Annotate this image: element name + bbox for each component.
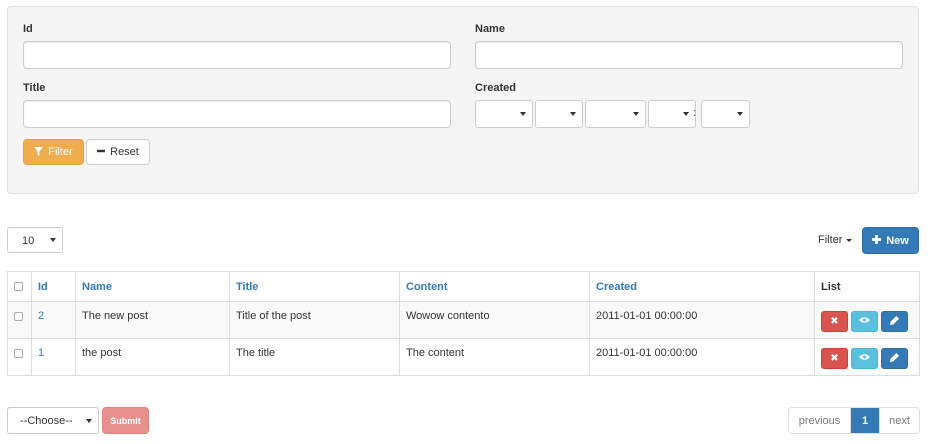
row-select-cell: [7, 301, 32, 339]
created-year-select[interactable]: [475, 100, 533, 128]
caret-down-icon: [633, 112, 639, 116]
edit-button[interactable]: [881, 348, 908, 369]
filter-dropdown-label: Filter: [818, 234, 843, 246]
bulk-action-value: --Choose--: [20, 415, 73, 427]
times-icon: ✖: [830, 353, 839, 364]
created-month-select[interactable]: [535, 100, 583, 128]
id-cell: 1: [31, 338, 76, 376]
created-minute-select[interactable]: [701, 100, 750, 128]
eye-icon: [859, 353, 870, 364]
column-header-created[interactable]: Created: [589, 271, 815, 302]
new-button[interactable]: New: [862, 227, 919, 254]
name-cell: The new post: [75, 301, 230, 339]
row-checkbox[interactable]: [14, 311, 23, 321]
created-day-select[interactable]: [585, 100, 646, 128]
row-id-link[interactable]: 1: [38, 347, 44, 359]
delete-button[interactable]: ✖: [821, 311, 848, 332]
sort-id-link[interactable]: Id: [38, 281, 48, 293]
pencil-icon: [890, 315, 899, 328]
created-cell: 2011-01-01 00:00:00: [589, 338, 815, 376]
content-cell: Wowow contento: [399, 301, 590, 339]
column-header-title[interactable]: Title: [229, 271, 400, 302]
show-button[interactable]: [851, 348, 878, 369]
pencil-icon: [890, 352, 899, 365]
filter-dropdown[interactable]: Filter: [818, 234, 853, 246]
select-all-checkbox[interactable]: [14, 282, 23, 292]
per-page-select[interactable]: 10: [7, 227, 63, 253]
id-field[interactable]: [23, 41, 451, 69]
sort-created-link[interactable]: Created: [596, 281, 637, 293]
id-label: Id: [23, 23, 33, 35]
row-id-link[interactable]: 2: [38, 310, 44, 322]
bulk-action-select[interactable]: --Choose--: [7, 407, 99, 434]
select-all-cell: [7, 271, 32, 302]
column-header-list: List: [814, 271, 920, 302]
id-cell: 2: [31, 301, 76, 339]
created-label: Created: [475, 82, 516, 94]
pagination: previous 1 next: [788, 407, 920, 434]
name-field[interactable]: [475, 41, 903, 69]
actions-cell: ✖: [814, 338, 920, 376]
reset-button[interactable]: Reset: [86, 139, 150, 165]
title-field[interactable]: [23, 100, 451, 128]
caret-down-icon: [737, 112, 743, 116]
table-row: 2 The new post Title of the post Wowow c…: [7, 301, 920, 339]
actions-cell: ✖: [814, 301, 920, 339]
row-checkbox[interactable]: [14, 348, 23, 358]
row-select-cell: [7, 338, 32, 376]
created-cell: 2011-01-01 00:00:00: [589, 301, 815, 339]
caret-down-icon: [520, 112, 526, 116]
filter-button[interactable]: Filter: [23, 139, 84, 165]
next-page-link[interactable]: next: [879, 408, 919, 433]
minus-icon: [97, 147, 106, 157]
title-cell: The title: [229, 338, 400, 376]
caret-down-icon: [570, 112, 576, 116]
delete-button[interactable]: ✖: [821, 348, 848, 369]
eye-icon: [859, 316, 870, 327]
column-header-id[interactable]: Id: [31, 271, 76, 302]
caret-down-icon: [50, 238, 56, 242]
per-page-value: 10: [22, 235, 35, 247]
caret-down-icon: [846, 238, 853, 242]
sort-name-link[interactable]: Name: [82, 281, 112, 293]
name-cell: the post: [75, 338, 230, 376]
caret-down-icon: [683, 112, 689, 116]
caret-down-icon: [86, 418, 92, 423]
filter-icon: [34, 146, 44, 158]
plus-icon: [872, 235, 882, 246]
times-icon: ✖: [830, 316, 839, 327]
table-header-row: Id Name Title Content Created List: [7, 271, 920, 302]
column-header-content[interactable]: Content: [399, 271, 590, 302]
new-button-label: New: [886, 234, 909, 247]
sort-content-link[interactable]: Content: [406, 281, 448, 293]
name-label: Name: [475, 23, 505, 35]
posts-table: Id Name Title Content Created List 2 The…: [7, 271, 920, 376]
title-cell: Title of the post: [229, 301, 400, 339]
filter-button-label: Filter: [48, 146, 73, 158]
edit-button[interactable]: [881, 311, 908, 332]
sort-title-link[interactable]: Title: [236, 281, 258, 293]
column-header-name[interactable]: Name: [75, 271, 230, 302]
submit-button[interactable]: Submit: [102, 407, 149, 434]
show-button[interactable]: [851, 311, 878, 332]
content-cell: The content: [399, 338, 590, 376]
current-page[interactable]: 1: [851, 408, 879, 433]
title-label: Title: [23, 82, 46, 94]
created-hour-select[interactable]: [648, 100, 696, 128]
previous-page-link[interactable]: previous: [789, 408, 851, 433]
table-row: 1 the post The title The content 2011-01…: [7, 338, 920, 376]
time-separator: :: [693, 107, 697, 119]
reset-button-label: Reset: [110, 146, 139, 158]
